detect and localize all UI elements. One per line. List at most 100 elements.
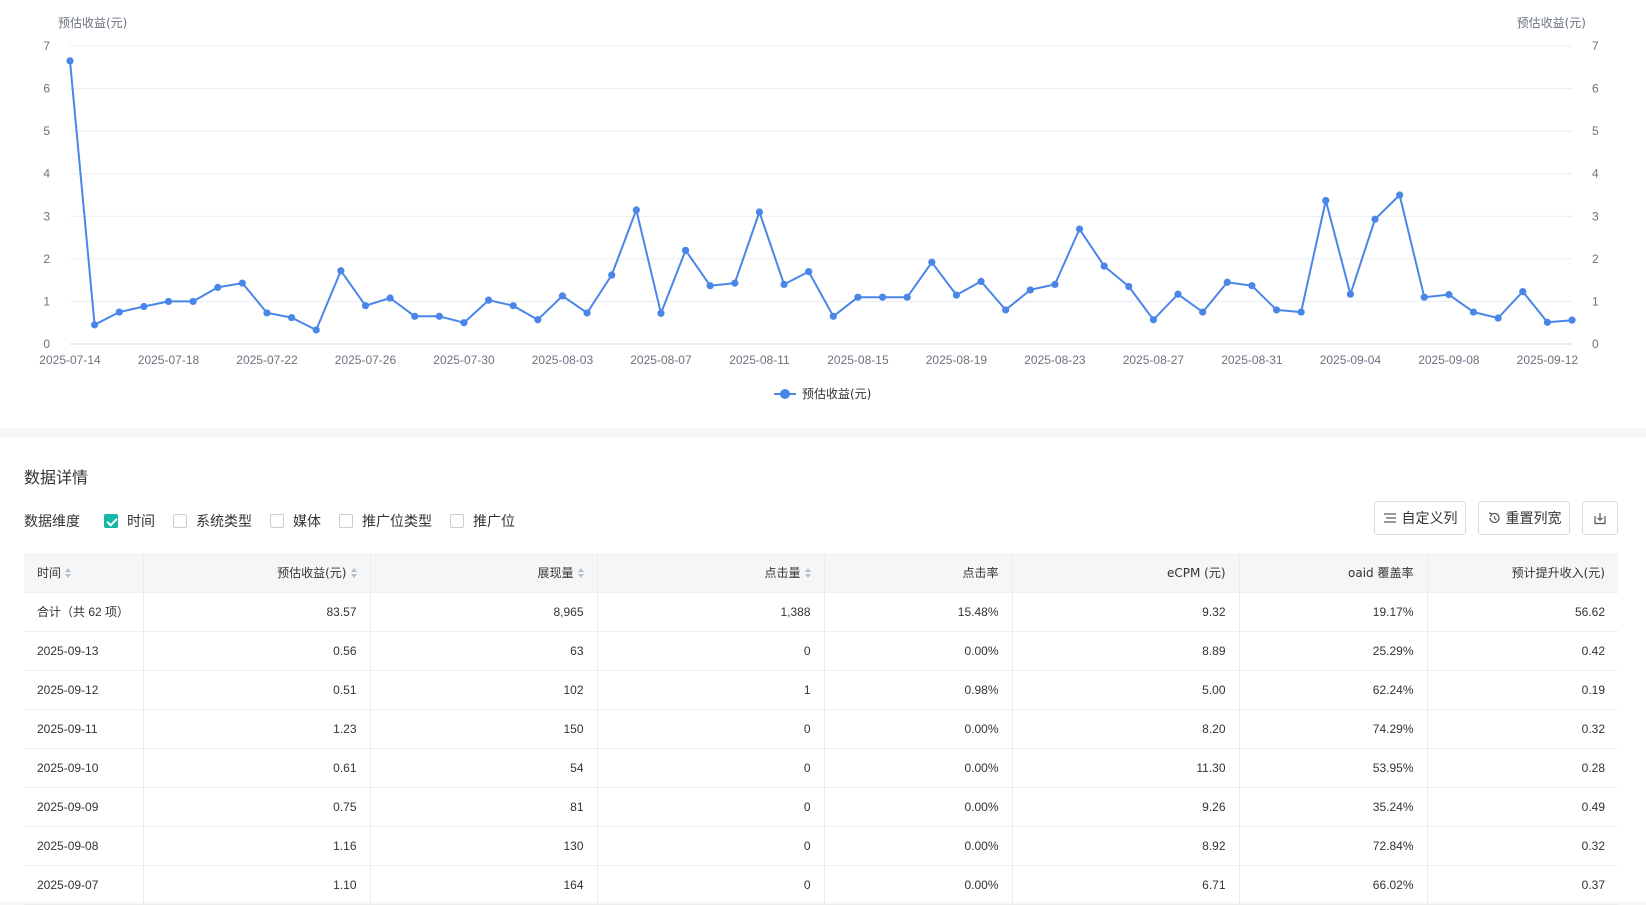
table-cell: 8,965 [369, 592, 597, 632]
data-point[interactable] [780, 280, 788, 288]
data-point[interactable] [189, 297, 197, 306]
column-header-estimated-revenue[interactable]: 预估收益(元) [142, 553, 370, 593]
sort-icon[interactable] [804, 568, 811, 579]
data-point[interactable] [632, 206, 640, 214]
table-cell: 0.00% [823, 709, 1012, 749]
data-point[interactable] [214, 283, 222, 291]
reset-column-width-button[interactable]: 重置列宽 [1478, 501, 1570, 535]
data-point[interactable] [534, 316, 542, 324]
table-row: 2025-09-13 0.56 63 0 0.00% 8.89 25.29% 0.42 [24, 631, 1618, 671]
dimension-checkbox-system-type[interactable]: 系统类型 [173, 511, 252, 531]
data-point[interactable] [66, 57, 74, 65]
column-header-impressions[interactable]: 展现量 [369, 553, 597, 593]
column-header-date[interactable]: 时间 [24, 553, 143, 593]
data-point[interactable] [337, 267, 345, 275]
data-point[interactable] [755, 208, 764, 216]
data-point[interactable] [1568, 316, 1576, 324]
y-tick-label-right: 2 [1592, 252, 1599, 266]
checkbox-icon[interactable] [339, 514, 353, 528]
data-point[interactable] [1346, 290, 1354, 298]
data-point[interactable] [140, 302, 148, 311]
x-tick-label: 2025-09-04 [1320, 353, 1382, 367]
dimension-checkbox-time[interactable]: 时间 [104, 511, 155, 531]
data-point[interactable] [238, 279, 246, 287]
y-tick-label-left: 0 [43, 337, 50, 351]
sort-icon[interactable] [350, 568, 357, 579]
data-point[interactable] [435, 312, 443, 320]
y-tick-label-right: 3 [1592, 209, 1599, 223]
data-point[interactable] [411, 312, 419, 320]
dimension-checkbox-media[interactable]: 媒体 [270, 511, 321, 531]
data-point[interactable] [1272, 306, 1281, 314]
table-cell: 0.75 [142, 787, 370, 827]
checkbox-icon[interactable] [450, 514, 464, 528]
data-point[interactable] [706, 282, 714, 290]
data-point[interactable] [657, 309, 665, 317]
data-point[interactable] [829, 312, 837, 320]
data-point[interactable] [1494, 314, 1502, 322]
data-point[interactable] [1223, 278, 1231, 286]
data-point[interactable] [977, 277, 985, 286]
table-cell: 74.29% [1238, 709, 1427, 749]
data-point[interactable] [1026, 286, 1034, 294]
table-cell: 72.84% [1238, 826, 1427, 866]
data-point[interactable] [288, 314, 296, 322]
data-point[interactable] [1420, 293, 1428, 301]
data-point[interactable] [312, 326, 320, 334]
data-point[interactable] [91, 321, 99, 329]
data-point[interactable] [1322, 196, 1330, 205]
chart-legend[interactable]: 预估收益(元) [774, 387, 871, 401]
data-point[interactable] [805, 268, 813, 276]
data-point[interactable] [583, 309, 591, 317]
data-point[interactable] [1469, 308, 1478, 316]
checkbox-checked-icon[interactable] [104, 514, 118, 528]
data-point[interactable] [1371, 215, 1379, 223]
data-point[interactable] [731, 279, 739, 287]
custom-columns-button[interactable]: 自定义列 [1374, 501, 1466, 535]
data-point[interactable] [1248, 282, 1256, 290]
column-header-clicks[interactable]: 点击量 [596, 553, 824, 593]
data-point[interactable] [608, 271, 616, 279]
data-point[interactable] [1075, 225, 1084, 233]
data-point[interactable] [1519, 288, 1527, 296]
data-point[interactable] [484, 296, 493, 304]
data-point[interactable] [878, 293, 887, 301]
data-point[interactable] [681, 246, 690, 254]
column-header-ctr: 点击率 [823, 553, 1012, 593]
sort-icon[interactable] [577, 568, 584, 579]
table-cell: 1,388 [596, 592, 824, 632]
data-point[interactable] [928, 258, 936, 266]
checkbox-icon[interactable] [173, 514, 187, 528]
data-point[interactable] [1445, 291, 1453, 299]
data-point[interactable] [460, 319, 468, 327]
checkbox-icon[interactable] [270, 514, 284, 528]
data-point[interactable] [164, 297, 173, 306]
data-point[interactable] [1125, 282, 1133, 291]
table-cell: 2025-09-07 [24, 865, 143, 905]
export-button[interactable] [1582, 501, 1618, 535]
data-point[interactable] [1100, 262, 1108, 270]
dimension-checkbox-slot[interactable]: 推广位 [450, 511, 515, 531]
sort-icon[interactable] [65, 568, 72, 579]
data-point[interactable] [1543, 318, 1551, 326]
data-point[interactable] [903, 293, 911, 301]
data-point[interactable] [1174, 290, 1182, 298]
y-tick-label-left: 1 [43, 294, 50, 308]
table-cell: 0.00% [823, 826, 1012, 866]
data-point[interactable] [1297, 308, 1305, 316]
data-point[interactable] [1002, 306, 1010, 314]
data-point[interactable] [1051, 280, 1059, 288]
dimension-checkbox-slot-type[interactable]: 推广位类型 [339, 511, 432, 531]
data-point[interactable] [952, 291, 961, 299]
data-point[interactable] [1149, 316, 1158, 324]
data-point[interactable] [1396, 191, 1404, 199]
data-point[interactable] [558, 292, 567, 300]
data-point[interactable] [509, 302, 517, 310]
data-point[interactable] [115, 308, 123, 316]
data-point[interactable] [854, 293, 862, 301]
data-point[interactable] [361, 302, 370, 310]
data-point[interactable] [386, 294, 394, 302]
checkbox-label: 系统类型 [196, 514, 252, 530]
data-point[interactable] [1199, 308, 1207, 316]
data-point[interactable] [263, 309, 271, 317]
